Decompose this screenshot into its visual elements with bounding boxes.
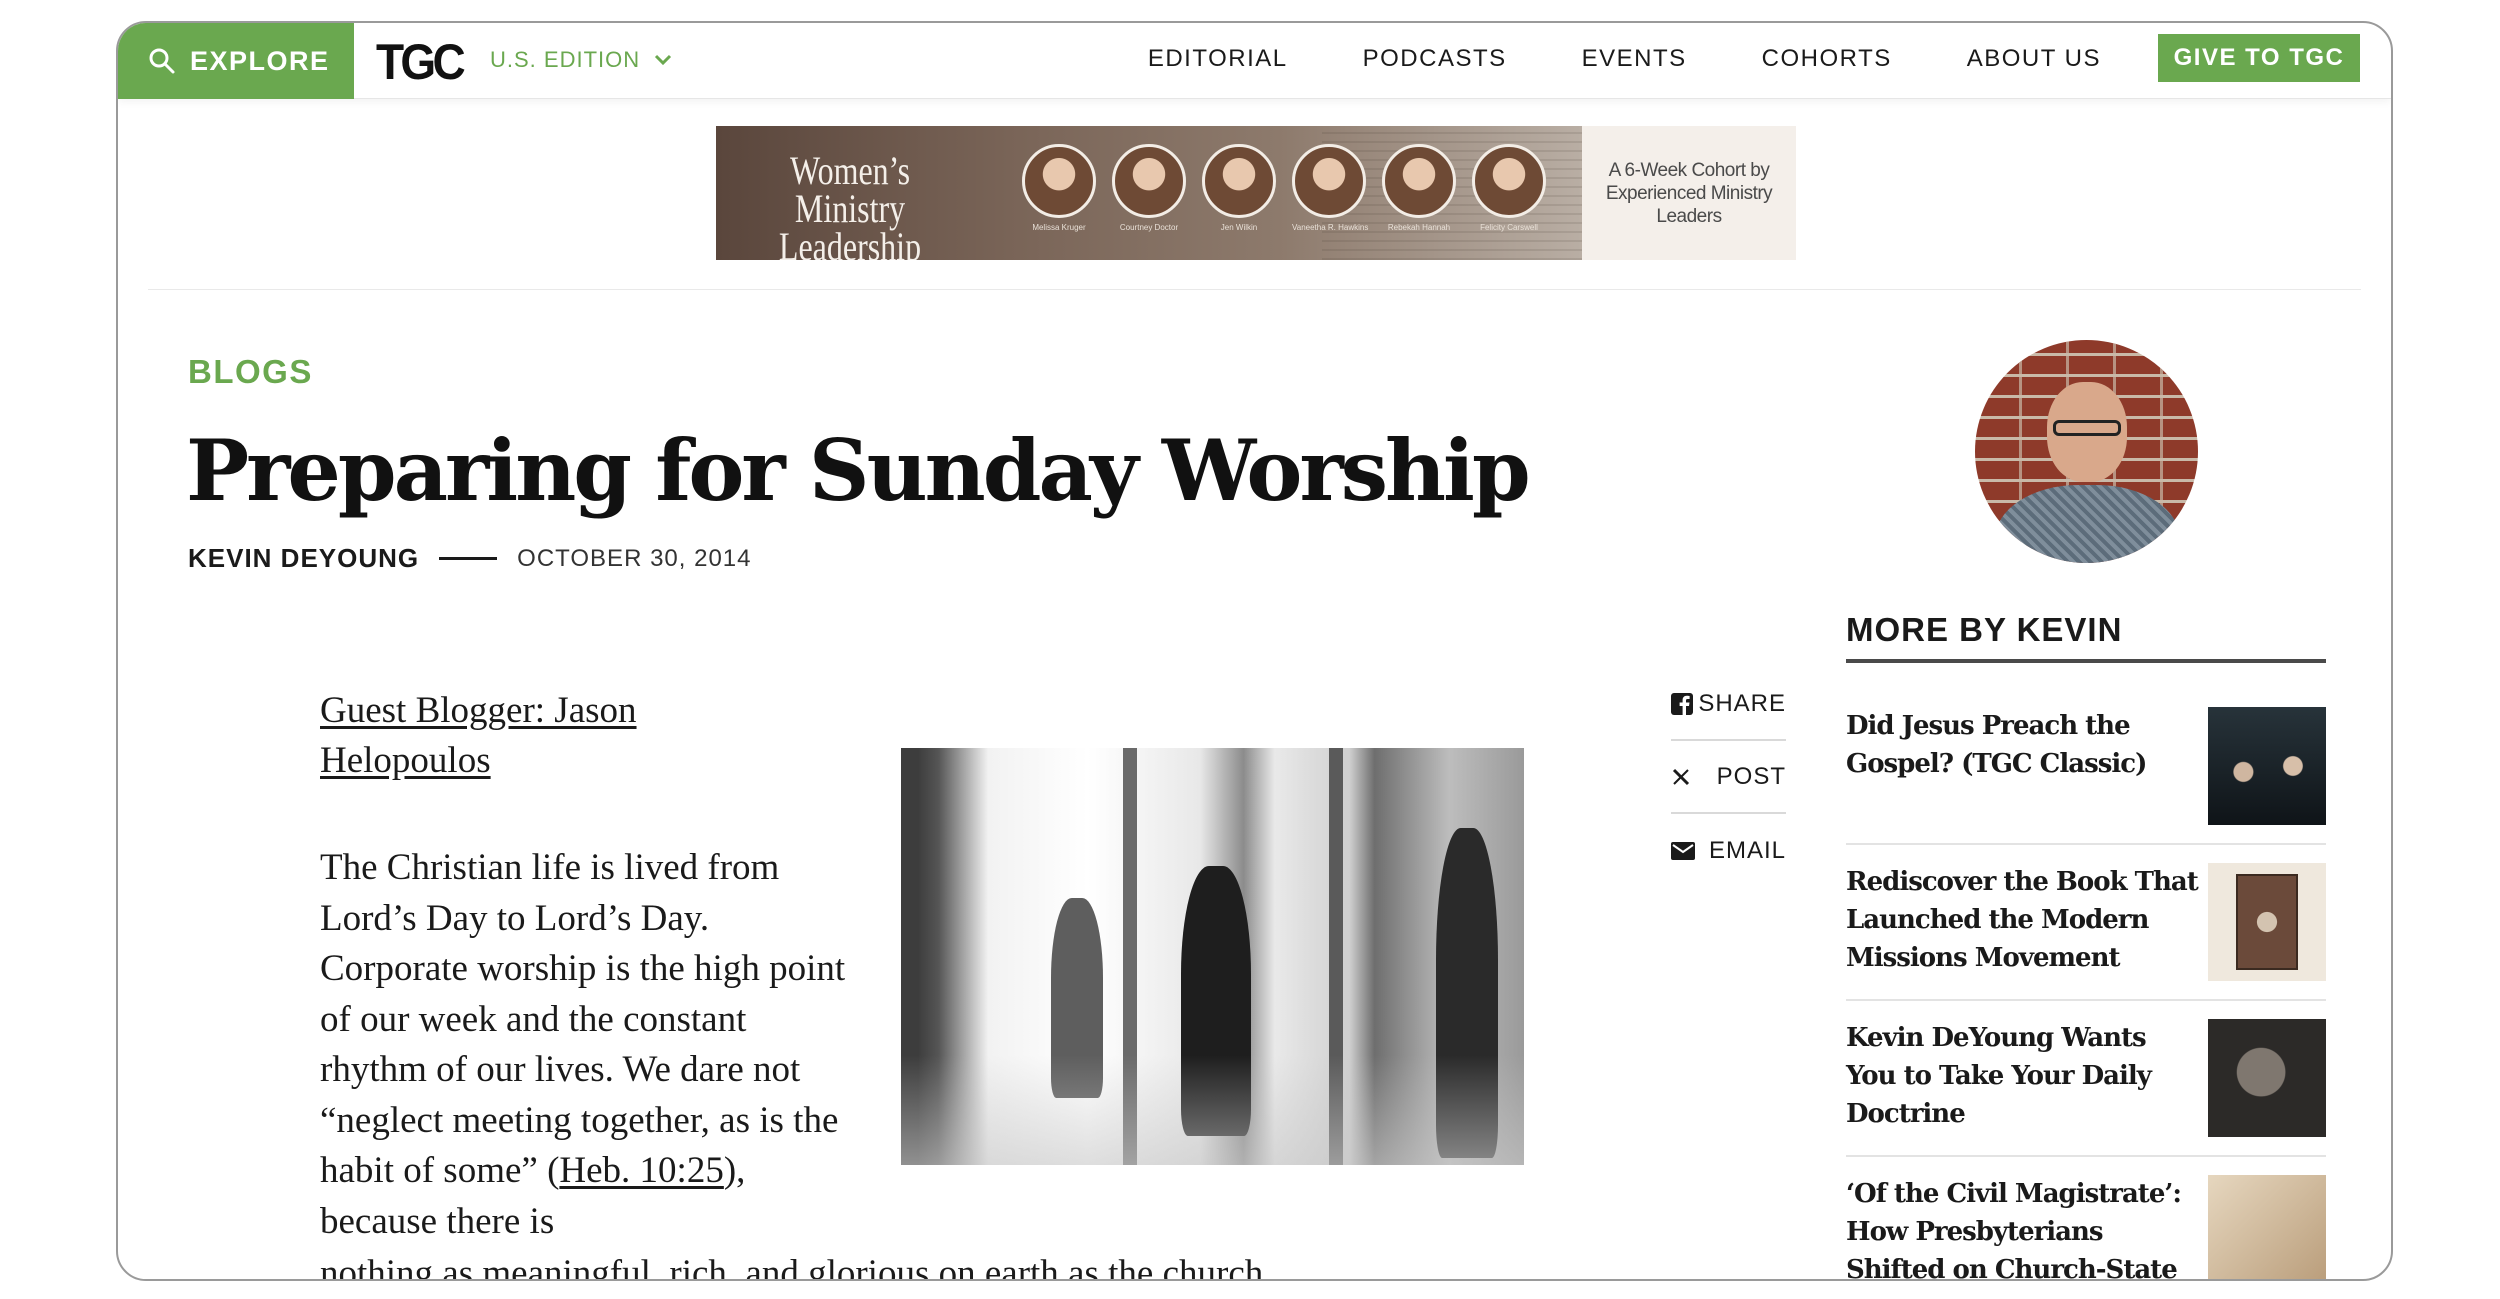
byline: KEVIN DEYOUNG OCTOBER 30, 2014 [188, 543, 752, 574]
banner-image: Women’s Ministry Leadership Melissa Krug… [716, 126, 1582, 260]
banner-title: Women’s Ministry Leadership [778, 148, 922, 261]
nav-item-editorial[interactable]: EDITORIAL [1148, 45, 1288, 73]
nav-item-events[interactable]: EVENTS [1582, 45, 1687, 73]
nav-item-podcasts[interactable]: PODCASTS [1363, 45, 1507, 73]
search-icon [149, 48, 175, 74]
related-article-thumbnail [2208, 1175, 2326, 1279]
nav-item-cohorts[interactable]: COHORTS [1762, 45, 1892, 73]
chevron-down-icon [655, 54, 672, 66]
related-article-title: Rediscover the Book That Launched the Mo… [1846, 867, 2199, 973]
speaker-photo [1472, 144, 1546, 218]
article-body: The Christian life is lived from Lord’s … [320, 843, 850, 1247]
speaker-name: Melissa Kruger [1032, 223, 1086, 232]
share-facebook-button[interactable]: SHARE [1671, 668, 1786, 741]
edition-selector[interactable]: U.S. EDITION [490, 47, 672, 73]
speaker-photo [1022, 144, 1096, 218]
email-button[interactable]: EMAIL [1671, 814, 1786, 887]
byline-dash [439, 557, 498, 560]
speaker-photo [1382, 144, 1456, 218]
banner-tagline: A 6-Week Cohort by Experienced Ministry … [1582, 126, 1796, 260]
speaker-photo [1202, 144, 1276, 218]
article-title: Preparing for Sunday Worship [186, 421, 1531, 520]
post-label: POST [1716, 762, 1786, 790]
body-text-start: The Christian life is lived from Lord’s … [320, 847, 846, 1191]
article-photo [901, 748, 1524, 1165]
main-nav: EDITORIAL PODCASTS EVENTS COHORTS ABOUT … [1148, 45, 2101, 73]
share-label: SHARE [1698, 689, 1786, 717]
related-article[interactable]: Kevin DeYoung Wants You to Take Your Dai… [1846, 1001, 2326, 1157]
speaker-photo [1112, 144, 1186, 218]
explore-button[interactable]: EXPLORE [118, 23, 354, 99]
author-avatar[interactable] [1975, 340, 2198, 563]
related-article[interactable]: Did Jesus Preach the Gospel? (TGC Classi… [1846, 689, 2326, 845]
related-article-thumbnail [2208, 863, 2326, 981]
related-article-thumbnail [2208, 707, 2326, 825]
more-by-heading: MORE BY KEVIN [1846, 611, 2326, 663]
edition-label: U.S. EDITION [490, 47, 641, 72]
related-article[interactable]: Rediscover the Book That Launched the Mo… [1846, 845, 2326, 1001]
post-x-button[interactable]: POST [1671, 741, 1786, 814]
give-button[interactable]: GIVE TO TGC [2158, 34, 2360, 82]
guest-blogger-link[interactable]: Guest Blogger: Jason Helopoulos [320, 686, 740, 786]
category-label[interactable]: BLOGS [188, 353, 313, 391]
speaker: Jen Wilkin [1202, 144, 1276, 232]
speaker-name: Courtney Doctor [1119, 223, 1179, 232]
related-article-thumbnail [2208, 1019, 2326, 1137]
email-label: EMAIL [1708, 836, 1786, 864]
speaker-name: Jen Wilkin [1220, 223, 1258, 232]
speaker-name: Felicity Carswell [1480, 223, 1538, 232]
speaker-photo [1292, 144, 1366, 218]
nav-item-about-us[interactable]: ABOUT US [1967, 45, 2101, 73]
glasses-icon [2053, 420, 2121, 436]
speaker: Melissa Kruger [1022, 144, 1096, 232]
related-article-title: Did Jesus Preach the Gospel? (TGC Classi… [1846, 711, 2147, 779]
article-body-line: nothing as meaningful, rich, and gloriou… [320, 1253, 1264, 1281]
speaker: Rebekah Hannah [1382, 144, 1456, 232]
speaker: Vaneetha R. Hawkins [1292, 144, 1369, 232]
more-by-list: Did Jesus Preach the Gospel? (TGC Classi… [1846, 689, 2326, 1281]
banner-speakers: Melissa Kruger Courtney Doctor Jen Wilki… [1022, 144, 1546, 232]
speaker: Felicity Carswell [1472, 144, 1546, 232]
scripture-link[interactable]: Heb. 10:25 [559, 1150, 723, 1191]
speaker-name: Vaneetha R. Hawkins [1292, 223, 1369, 232]
header-divider [148, 289, 2361, 290]
speaker-name: Rebekah Hannah [1387, 223, 1451, 232]
related-article-title: Kevin DeYoung Wants You to Take Your Dai… [1846, 1023, 2152, 1129]
related-article[interactable]: ‘Of the Civil Magistrate’: How Presbyter… [1846, 1157, 2326, 1281]
browser-frame: EXPLORE TGC U.S. EDITION EDITORIAL PODCA… [116, 21, 2393, 1281]
photo-floor [901, 1055, 1524, 1165]
publish-date: OCTOBER 30, 2014 [517, 544, 752, 572]
book-cover [2236, 874, 2298, 970]
email-icon [1671, 841, 1695, 860]
facebook-icon [1671, 692, 1693, 715]
speaker: Courtney Doctor [1112, 144, 1186, 232]
ad-banner[interactable]: Women’s Ministry Leadership Melissa Krug… [716, 126, 1796, 260]
author-link[interactable]: KEVIN DEYOUNG [188, 543, 419, 574]
related-article-title: ‘Of the Civil Magistrate’: How Presbyter… [1846, 1179, 2182, 1281]
tgc-logo[interactable]: TGC [376, 33, 466, 91]
top-nav: EXPLORE TGC U.S. EDITION EDITORIAL PODCA… [118, 23, 2391, 99]
x-icon [1672, 768, 1690, 785]
explore-label: EXPLORE [190, 45, 330, 76]
share-rail: SHARE POST EMAIL [1671, 668, 1786, 887]
